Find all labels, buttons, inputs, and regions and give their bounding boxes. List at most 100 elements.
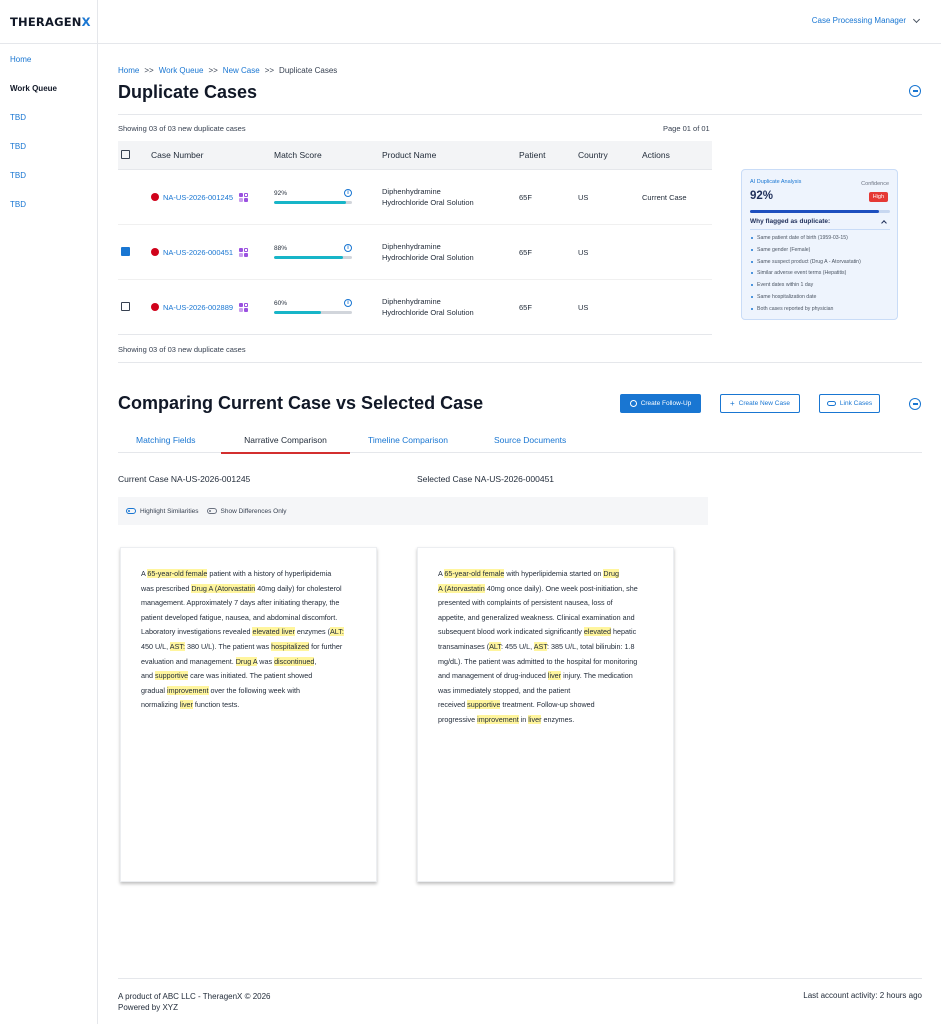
why-flagged-toggle[interactable]: Why flagged as duplicate: (750, 218, 890, 226)
highlight-similarity: liver (547, 671, 562, 681)
user-role-menu[interactable]: Case Processing Manager (812, 15, 921, 25)
highlight-similarity: elevated (583, 627, 612, 637)
page-title: Duplicate Cases (118, 82, 258, 102)
table-row[interactable]: NA-US-2026-000451 88% i Diphenhydramine … (118, 225, 712, 280)
reason-item: Event dates within 1 day (750, 280, 861, 292)
selected-case-heading: Selected Case NA-US-2026-000451 (417, 474, 555, 484)
product-name-line2: Hydrochloride Oral Solution (382, 253, 474, 262)
narrative-line: patient developed fatigue, nausea, and a… (141, 612, 338, 622)
table-row[interactable]: NA-US-2026-001245 92% i Diphenhydramine … (118, 170, 712, 225)
create-new-case-button[interactable]: + Create New Case (720, 394, 800, 413)
show-differences-label: Show Differences Only (220, 507, 287, 515)
sidebar-item-tbd-3[interactable]: TBD (0, 169, 97, 198)
brand-name: THERAGEN (10, 14, 82, 29)
case-number-link[interactable]: NA-US-2026-001245 (163, 193, 233, 202)
case-number-link[interactable]: NA-US-2026-002889 (163, 303, 233, 312)
page-indicator: Page 01 of 01 (663, 124, 710, 133)
create-follow-up-button[interactable]: Create Follow-Up (620, 394, 701, 413)
narrative-line: transaminases (ALT: 455 U/L, AST: 385 U/… (438, 641, 635, 651)
case-number-link[interactable]: NA-US-2026-000451 (163, 248, 233, 257)
duplicate-cases-table: Case Number Match Score Product Name Pat… (118, 141, 712, 335)
why-flagged-label: Why flagged as duplicate: (750, 218, 831, 225)
table-row[interactable]: NA-US-2026-002889 60% i Diphenhydramine … (118, 280, 712, 335)
current-case-narrative: A 65-year-old female patient with a hist… (120, 547, 377, 882)
highlight-similarity: supportive (467, 700, 501, 710)
narrative-line: mg/dL). The patient was admitted to the … (438, 656, 638, 666)
narrative-line: was prescribed Drug A (Atorvastatin 40mg… (141, 583, 342, 593)
highlight-similarity: 65-year-old female (444, 569, 505, 578)
narrative-line: presented with complaints of persistent … (438, 598, 613, 608)
tab-narrative-comparison[interactable]: Narrative Comparison (221, 435, 350, 454)
status-dot-icon (151, 193, 159, 201)
highlight-similarity: hospitalized (271, 641, 310, 651)
breadcrumb-work-queue[interactable]: Work Queue (159, 66, 204, 75)
col-case-number[interactable]: Case Number (151, 150, 274, 160)
highlight-similarity: liver (528, 714, 542, 724)
highlight-similarity: supportive (155, 671, 189, 681)
reason-item: Similar adverse event terms (Hepatitis) (750, 268, 861, 280)
select-all-checkbox[interactable] (121, 149, 130, 159)
reason-item: Same suspect product (Drug A - Atorvasta… (750, 257, 861, 269)
patient-cell: 65F (519, 302, 532, 312)
col-match-score[interactable]: Match Score (274, 150, 382, 160)
tab-source-documents[interactable]: Source Documents (494, 435, 566, 453)
link-cases-button[interactable]: Link Cases (819, 394, 880, 413)
product-name-line2: Hydrochloride Oral Solution (382, 198, 474, 207)
product-name: Diphenhydramine Hydrochloride Oral Solut… (382, 296, 519, 318)
showing-count-top: Showing 03 of 03 new duplicate cases (118, 124, 246, 133)
sidebar-item-tbd-2[interactable]: TBD (0, 140, 97, 169)
highlight-similarity: ALT: (330, 627, 344, 637)
narrative-line: evaluation and management. Drug A was di… (141, 656, 317, 666)
status-dot-icon (151, 303, 159, 311)
product-name: Diphenhydramine Hydrochloride Oral Solut… (382, 186, 519, 208)
match-score-fill (274, 256, 343, 259)
ai-duplicate-analysis-card: AI Duplicate Analysis Confidence 92% Hig… (741, 169, 898, 320)
country-cell: US (578, 192, 589, 202)
confidence-label: Confidence (861, 181, 889, 187)
highlight-similarity: AST (533, 641, 547, 651)
product-name-line1: Diphenhydramine (382, 242, 441, 251)
sidebar-item-work-queue[interactable]: Work Queue (0, 82, 97, 111)
sidebar-item-home[interactable]: Home (0, 53, 97, 82)
patient-cell: 65F (519, 192, 532, 202)
sidebar-item-tbd-1[interactable]: TBD (0, 111, 97, 140)
action-cell: Current Case (642, 192, 687, 202)
chevron-down-icon (912, 15, 921, 23)
col-product-name[interactable]: Product Name (382, 150, 519, 161)
narrative-line: and supportive care was initiated. The p… (141, 671, 313, 681)
selected-case-narrative: A 65-year-old female with hyperlipidemia… (417, 547, 674, 882)
ai-analysis-title: AI Duplicate Analysis (750, 179, 802, 185)
narrative-line: A 65-year-old female with hyperlipidemia… (438, 569, 620, 578)
narrative-line: appetite, and generalized weakness. Clin… (438, 612, 635, 622)
duplicate-group-icon (239, 247, 249, 257)
match-score-bar (274, 311, 352, 314)
row-checkbox[interactable] (121, 301, 130, 311)
highlight-similarities-toggle[interactable]: Highlight Similarities (126, 508, 199, 515)
row-checkbox[interactable] (121, 246, 130, 256)
breadcrumb-new-case[interactable]: New Case (223, 66, 260, 75)
brand-logo[interactable]: THERAGEN X (0, 0, 97, 44)
create-follow-up-label: Create Follow-Up (640, 400, 692, 407)
reason-item: Both cases reported by physician (750, 304, 861, 316)
info-icon[interactable]: i (344, 189, 352, 197)
info-icon[interactable]: i (344, 299, 352, 307)
col-country[interactable]: Country (578, 150, 642, 160)
match-score-label: 88% (274, 245, 288, 252)
footer-powered-by: Powered by XYZ (118, 1003, 179, 1012)
collapse-comparison-icon[interactable] (909, 398, 921, 410)
show-differences-toggle[interactable]: Show Differences Only (206, 507, 287, 515)
last-activity: Last account activity: 2 hours ago (803, 991, 922, 1000)
col-patient[interactable]: Patient (519, 150, 578, 160)
narrative-line: was immediately stopped, and the patient (438, 685, 571, 695)
tab-timeline-comparison[interactable]: Timeline Comparison (368, 435, 448, 453)
divider (118, 114, 922, 115)
collapse-duplicates-icon[interactable] (909, 85, 921, 97)
breadcrumb-home[interactable]: Home (118, 66, 139, 75)
sidebar-item-tbd-4[interactable]: TBD (0, 198, 97, 227)
sidebar: THERAGEN X Home Work Queue TBD TBD TBD TB… (0, 0, 98, 1024)
match-score-bar (274, 256, 352, 259)
narrative-line: subsequent blood work indicated signific… (438, 627, 637, 637)
info-icon[interactable]: i (344, 244, 352, 252)
tab-matching-fields[interactable]: Matching Fields (136, 435, 196, 453)
reason-item: Same gender (Female) (750, 245, 861, 257)
